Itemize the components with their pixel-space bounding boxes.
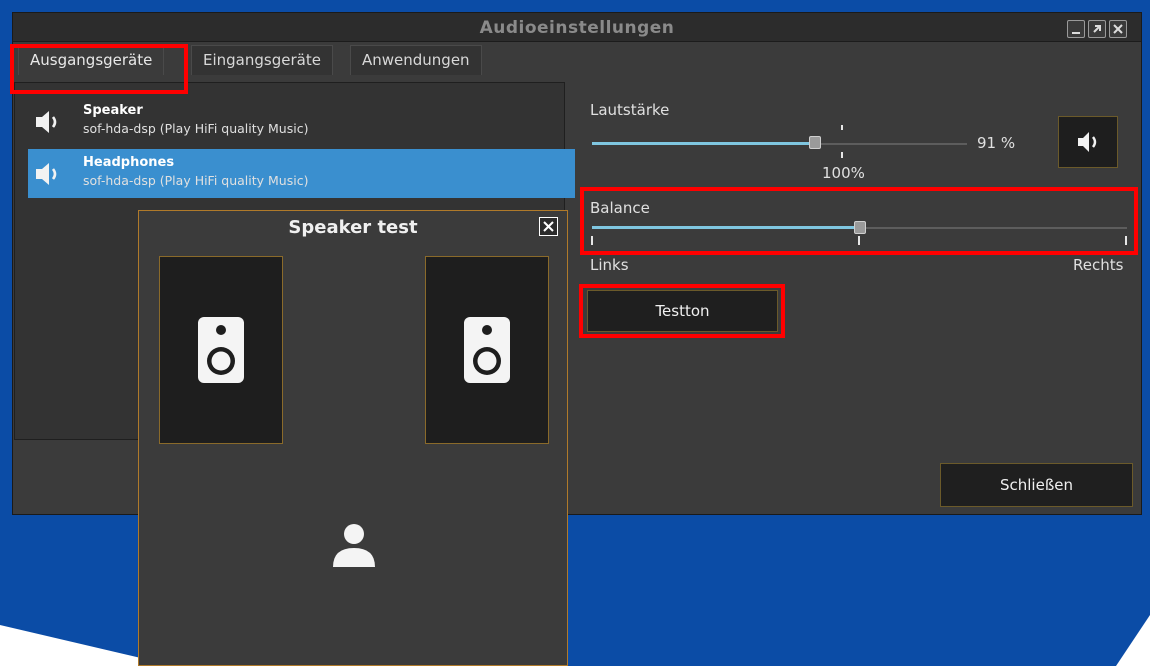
close-button[interactable]: Schließen bbox=[940, 463, 1133, 507]
device-description: sof-hda-dsp (Play HiFi quality Music) bbox=[83, 173, 309, 188]
balance-right-tick bbox=[1125, 236, 1127, 245]
tab-label: Eingangsgeräte bbox=[203, 51, 321, 69]
right-speaker-button[interactable] bbox=[425, 256, 549, 444]
speaker-test-dialog: Speaker test bbox=[138, 210, 568, 666]
device-name: Headphones bbox=[83, 155, 175, 170]
close-icon[interactable] bbox=[1109, 20, 1127, 38]
volume-label: Lautstärke bbox=[590, 101, 670, 119]
tab-label: Ausgangsgeräte bbox=[30, 51, 153, 69]
balance-slider-fill bbox=[592, 226, 860, 229]
balance-label: Balance bbox=[590, 199, 650, 217]
volume-slider-handle[interactable] bbox=[808, 136, 821, 149]
speaker-volume-icon bbox=[1078, 132, 1097, 152]
volume-slider-fill bbox=[592, 142, 815, 145]
balance-left-tick bbox=[591, 236, 593, 245]
device-name: Speaker bbox=[83, 103, 143, 118]
close-icon[interactable] bbox=[539, 217, 558, 236]
title-bar[interactable]: Audioeinstellungen bbox=[13, 13, 1141, 42]
tab-output-devices[interactable]: Ausgangsgeräte bbox=[18, 45, 165, 75]
volume-reference-tick bbox=[841, 152, 843, 158]
restore-icon[interactable] bbox=[1088, 20, 1106, 38]
balance-slider-handle[interactable] bbox=[853, 221, 866, 234]
right-speaker-icon bbox=[464, 317, 510, 383]
window-title: Audioeinstellungen bbox=[479, 18, 675, 38]
speaker-volume-icon bbox=[34, 109, 64, 139]
person-icon bbox=[333, 524, 375, 567]
balance-center-tick bbox=[858, 236, 860, 245]
tab-applications[interactable]: Anwendungen bbox=[350, 45, 482, 75]
balance-right-label: Rechts bbox=[1073, 256, 1124, 274]
left-speaker-icon bbox=[198, 317, 244, 383]
volume-value: 91 % bbox=[977, 134, 1016, 152]
test-tone-button[interactable]: Testton bbox=[587, 290, 778, 332]
balance-left-label: Links bbox=[590, 256, 629, 274]
tab-label: Anwendungen bbox=[362, 51, 470, 69]
volume-reference-label: 100% bbox=[822, 164, 865, 182]
tab-input-devices[interactable]: Eingangsgeräte bbox=[191, 45, 333, 75]
volume-reference-tick bbox=[841, 125, 843, 130]
left-speaker-button[interactable] bbox=[159, 256, 283, 444]
mute-toggle-button[interactable] bbox=[1058, 116, 1118, 168]
device-description: sof-hda-dsp (Play HiFi quality Music) bbox=[83, 121, 309, 136]
minimize-icon[interactable] bbox=[1067, 20, 1085, 38]
device-item-speaker[interactable]: Speaker sof-hda-dsp (Play HiFi quality M… bbox=[28, 97, 575, 146]
device-item-headphones[interactable]: Headphones sof-hda-dsp (Play HiFi qualit… bbox=[28, 149, 575, 198]
speaker-volume-icon bbox=[34, 161, 64, 191]
dialog-title: Speaker test bbox=[288, 217, 418, 238]
